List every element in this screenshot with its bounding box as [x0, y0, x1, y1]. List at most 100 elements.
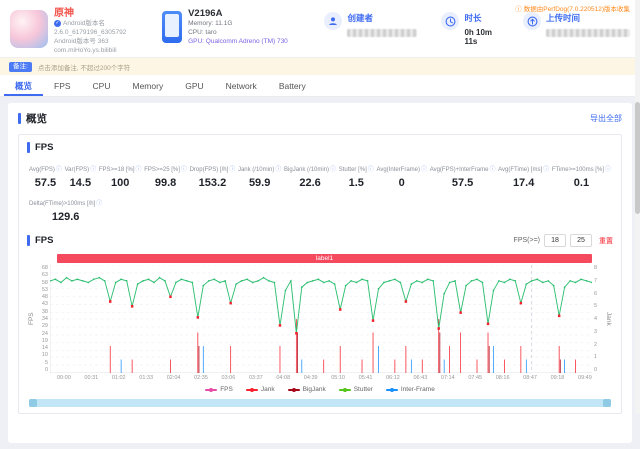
metric-cell: Avg(FPS)+InterFrameⓘ 57.5: [430, 164, 496, 189]
panel-accent-bar: [27, 142, 30, 153]
scrollbar-thumb[interactable]: [635, 102, 640, 214]
info-icon[interactable]: ⓘ: [489, 167, 495, 173]
axis-tick-label: 00:31: [84, 375, 99, 381]
metric-label: Var(FPS)ⓘ: [64, 167, 97, 173]
perfdog-version-text: 数据由PerfDog(7.0.220512)版本收集: [523, 6, 630, 13]
axis-tick-label: 8: [594, 265, 598, 271]
axis-tick-label: 58: [41, 279, 48, 286]
axis-tick-label: 03:37: [248, 375, 263, 381]
fps-panel-title: FPS: [35, 142, 54, 153]
legend-marker: [205, 387, 218, 392]
metric-cell: Avg(FTime) [ms]ⓘ 17.4: [498, 164, 549, 189]
info-icon[interactable]: ⓘ: [275, 167, 281, 173]
tab-CPU[interactable]: CPU: [82, 75, 122, 96]
axis-tick-label: 3: [594, 328, 598, 335]
duration-label: 时长: [464, 13, 482, 23]
metric-label: Drop(FPS) [/h]ⓘ: [189, 167, 236, 173]
remark-bar[interactable]: 备注: 点击添加备注, 不超过200个字符: [0, 58, 640, 75]
metric-value: 57.5: [34, 177, 57, 189]
range-slider-left-handle[interactable]: [29, 399, 37, 407]
axis-tick-label: 10: [41, 352, 48, 359]
fps-threshold-filter: FPS(>=) 重置: [514, 234, 613, 247]
metric-label: Delta(FTime)>100ms [/h]ⓘ: [29, 201, 103, 207]
metric-tabs: 概览 FPS CPU Memory GPU Network Battery: [0, 75, 640, 97]
upload-time-label: 上传时间: [546, 13, 581, 23]
metric-label: Avg(InterFrame)ⓘ: [376, 167, 428, 173]
chart-range-slider[interactable]: [29, 399, 611, 407]
creator-value-redacted: [347, 29, 418, 37]
info-icon[interactable]: ⓘ: [543, 167, 549, 173]
tab-概览[interactable]: 概览: [4, 75, 43, 96]
verified-check-icon: ✓: [54, 19, 61, 27]
fps-threshold-high-input[interactable]: [570, 234, 592, 247]
legend-item-Stutter[interactable]: Stutter: [338, 386, 373, 393]
axis-tick-label: 0: [44, 366, 48, 373]
tab-Network[interactable]: Network: [215, 75, 268, 96]
axis-tick-label: 02:04: [166, 375, 181, 381]
axis-tick-label: 06:43: [413, 375, 428, 381]
metric-value: 22.6: [299, 177, 321, 189]
info-icon[interactable]: ⓘ: [421, 167, 427, 173]
legend-item-FPS[interactable]: FPS: [205, 386, 233, 393]
page-scrollbar[interactable]: [635, 0, 640, 414]
range-slider-right-handle[interactable]: [603, 399, 611, 407]
info-icon[interactable]: ⓘ: [181, 167, 187, 173]
remark-badge: 备注:: [9, 61, 32, 72]
metric-cell: BigJank (/10min)ⓘ 22.6: [284, 164, 336, 189]
metric-cell: Delta(FTime)>100ms [/h]ⓘ 129.6: [29, 198, 102, 223]
person-icon: [324, 12, 343, 30]
axis-tick-label: 24: [41, 330, 48, 337]
legend-item-Inter-Frame[interactable]: Inter-Frame: [385, 386, 435, 393]
tab-FPS[interactable]: FPS: [43, 75, 82, 96]
axis-tick-label: 07:45: [468, 375, 483, 381]
device-model: V2196A: [188, 8, 223, 19]
metric-value: 57.5: [451, 177, 474, 189]
info-icon[interactable]: ⓘ: [56, 167, 62, 173]
legend-label: Inter-Frame: [400, 386, 435, 393]
axis-tick-label: 7: [594, 277, 598, 284]
info-icon[interactable]: ⓘ: [96, 201, 102, 207]
metric-cell: FPS>=25 [%]ⓘ 99.8: [144, 164, 187, 189]
metric-label: BigJank (/10min)ⓘ: [284, 167, 337, 173]
info-icon[interactable]: ⓘ: [605, 167, 611, 173]
y-axis-left-title: FPS: [28, 312, 35, 326]
legend-label: Stutter: [353, 386, 373, 393]
info-icon[interactable]: ⓘ: [90, 167, 96, 173]
info-icon[interactable]: ⓘ: [368, 167, 374, 173]
game-app-icon: [10, 10, 48, 48]
chart-accent-bar: [27, 235, 30, 246]
fps-line-chart[interactable]: [50, 265, 592, 373]
tab-GPU[interactable]: GPU: [174, 75, 214, 96]
app-info-line: Android版本号 363: [54, 38, 109, 45]
info-icon[interactable]: ⓘ: [136, 167, 142, 173]
metric-value: 99.8: [154, 177, 177, 189]
fps-threshold-low-input[interactable]: [544, 234, 566, 247]
phone-icon: [162, 11, 183, 43]
chart-legend: FPS Jank BigJank Stutter Inter-Frame: [27, 386, 613, 393]
metric-value: 100: [111, 177, 130, 189]
axis-tick-label: 4: [594, 316, 598, 322]
legend-item-Jank[interactable]: Jank: [245, 386, 275, 393]
metric-cell: Avg(FPS)ⓘ 57.5: [29, 164, 62, 189]
fps-threshold-reset-button[interactable]: 重置: [599, 236, 613, 246]
app-info-lines: ✓ Android版本名 2.6.0_6179196_6305792 Android版…: [54, 19, 152, 55]
x-axis-ticks: 00:00 00:31 01:02 01:33 02:04 02:35 03:06 03:37…: [57, 375, 592, 381]
tab-Battery[interactable]: Battery: [268, 75, 317, 96]
legend-item-BigJank[interactable]: BigJank: [287, 386, 326, 393]
fps-plot[interactable]: [50, 265, 592, 373]
tab-Memory[interactable]: Memory: [122, 75, 175, 96]
axis-tick-label: 04:08: [276, 375, 291, 381]
report-header: 原神 ✓ Android版本名 2.6.0_6179196_6305792 Andro…: [0, 0, 640, 58]
metric-label: Avg(FPS)ⓘ: [29, 167, 62, 173]
clock-icon: [441, 12, 460, 30]
chart-label-banner[interactable]: label1: [57, 254, 592, 263]
fps-panel: FPS Avg(FPS)ⓘ 57.5 Var(FPS)ⓘ 14.5 FPS>=18 [%…: [18, 134, 622, 414]
axis-tick-label: 43: [41, 301, 48, 308]
export-all-link[interactable]: 导出全部: [590, 113, 622, 124]
legend-label: FPS: [220, 386, 233, 393]
upload-time-block: 上传时间: [523, 12, 631, 37]
info-icon[interactable]: ⓘ: [229, 167, 235, 173]
section-accent-bar: [18, 113, 21, 124]
info-icon[interactable]: ⓘ: [330, 167, 336, 173]
metric-value: 1.5: [348, 177, 364, 189]
